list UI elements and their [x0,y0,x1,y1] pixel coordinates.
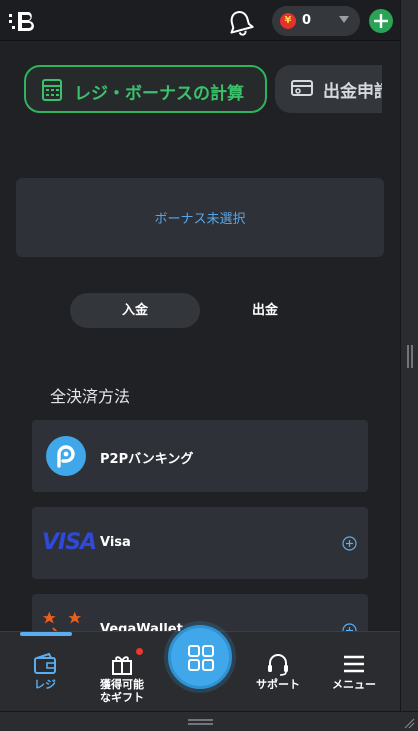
top-bar: ¥ 0 [0,0,400,41]
tab-withdrawal-label: 出金申請 [323,82,382,102]
grid-icon [188,645,214,671]
balance-value: 0 [302,13,312,28]
games-grid-button[interactable] [168,625,232,689]
headset-icon [268,654,288,676]
payment-methods-title: 全決済方法 [50,387,131,406]
resize-grip-icon[interactable] [0,712,418,731]
payment-method-name: Visa [100,535,131,550]
expand-plus-icon[interactable] [342,536,357,551]
bonus-selector[interactable]: ボーナス未選択 [16,178,384,257]
nav-gifts-label: 獲得可能 なギフト [100,678,144,704]
payment-method-visa[interactable]: VISA Visa [32,507,368,579]
plus-icon [374,14,388,28]
window-bottom-bar [0,711,418,731]
yen-currency-icon: ¥ [280,13,296,29]
nav-support-label: サポート [256,678,300,691]
nav-cashier-label: レジ [34,678,56,691]
deposit-toggle[interactable]: 入金 [70,293,200,328]
resize-handle-icon [407,345,413,368]
window-scrollbar[interactable] [400,0,418,731]
p2p-logo-icon [46,436,86,476]
nav-menu-label: メニュー [332,678,376,691]
caret-down-icon [339,16,349,23]
nav-support[interactable]: サポート [238,652,318,691]
cashier-tabs: レジ・ボーナスの計算 出金申請 [0,62,382,117]
cash-card-icon [291,80,313,96]
nav-cashier[interactable]: レジ [5,652,85,691]
tab-bonus-calculator-label: レジ・ボーナスの計算 [74,84,244,104]
withdraw-toggle[interactable]: 出金 [200,293,330,328]
balance-selector[interactable]: ¥ 0 [272,6,360,36]
deposit-add-button[interactable] [369,9,393,33]
tab-withdrawal-request[interactable]: 出金申請 [275,65,382,113]
nav-gifts[interactable]: 獲得可能 なギフト [82,652,162,704]
active-tab-indicator [20,632,72,636]
notification-bell-icon[interactable] [226,8,254,36]
nav-menu[interactable]: メニュー [314,652,394,691]
visa-logo: VISA [42,530,97,555]
gift-icon [112,656,132,675]
bonus-status-text: ボーナス未選択 [154,212,246,227]
payment-method-name: P2Pバンキング [100,452,194,467]
menu-icon [344,655,364,673]
calculator-icon [42,79,62,101]
notification-dot [136,648,143,655]
brand-logo-icon[interactable] [8,9,40,33]
tab-bonus-calculator[interactable]: レジ・ボーナスの計算 [24,65,267,113]
wallet-icon [34,652,56,674]
payment-method-p2p[interactable]: P2Pバンキング [32,420,368,492]
